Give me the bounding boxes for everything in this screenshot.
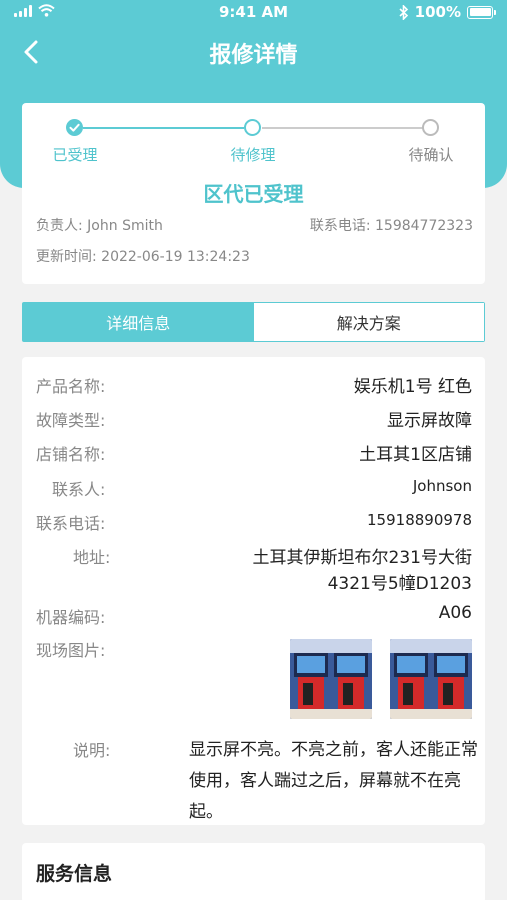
machine-code-value: A06 — [438, 603, 472, 623]
status-title: 区代已受理 — [203, 182, 304, 206]
phone-value[interactable]: 15984772323 — [375, 218, 473, 234]
status-bar: 9:41 AM 100% — [0, 0, 507, 26]
contact-label: 联系人: — [52, 480, 106, 499]
product-label: 产品名称: — [36, 377, 106, 396]
photos-label: 现场图片: — [36, 641, 106, 660]
address-label: 地址: — [73, 548, 111, 567]
step-done-icon — [66, 119, 83, 136]
site-photo-2[interactable] — [390, 639, 472, 719]
nav-bar: 报修详情 — [0, 30, 507, 74]
service-title: 服务信息 — [36, 863, 113, 885]
check-icon — [69, 123, 80, 132]
service-card: 服务信息 — [22, 843, 485, 900]
address-line2: 4321号5幢D1203 — [327, 574, 472, 594]
machine-code-label: 机器编码: — [36, 608, 106, 627]
store-value: 土耳其1区店铺 — [359, 445, 472, 465]
fault-label: 故障类型: — [36, 411, 106, 430]
store-label: 店铺名称: — [36, 445, 106, 464]
step-label-accepted: 已受理 — [52, 146, 98, 164]
arcade-machine-image — [290, 639, 372, 719]
status-card: 已受理 待修理 待确认 区代已受理 负责人: John Smith 联系电话: … — [22, 103, 485, 284]
bluetooth-icon — [399, 4, 408, 20]
contact-phone-label: 联系电话: — [36, 514, 106, 533]
site-photo-1[interactable] — [290, 639, 372, 719]
manager-row: 负责人: John Smith — [36, 215, 163, 235]
tab-solution[interactable]: 解决方案 — [253, 303, 484, 341]
phone-label: 联系电话: — [309, 218, 371, 234]
progress-steps: 已受理 待修理 待确认 — [22, 103, 485, 173]
note-text: 显示屏不亮。不亮之前，客人还能正常使用，客人踹过之后，屏幕就不在亮起。 — [189, 740, 478, 822]
step-label-repair: 待修理 — [230, 146, 276, 164]
fault-value: 显示屏故障 — [387, 411, 472, 431]
step-connector-done — [83, 127, 244, 129]
manager-label: 负责人: — [36, 218, 83, 234]
battery-percent: 100% — [414, 3, 461, 21]
contact-value: Johnson — [412, 477, 472, 495]
address-line1: 土耳其伊斯坦布尔231号大街 — [252, 548, 472, 568]
note-label: 说明: — [73, 741, 111, 760]
step-active-icon — [244, 119, 261, 136]
page-title: 报修详情 — [209, 43, 298, 68]
battery-icon — [467, 5, 496, 19]
contact-phone-value[interactable]: 15918890978 — [367, 511, 472, 529]
detail-tabs: 详细信息 解决方案 — [22, 302, 485, 342]
phone-row: 联系电话: 15984772323 — [310, 215, 473, 235]
arcade-machine-image — [390, 639, 472, 719]
updated-value: 2022-06-19 13:24:23 — [101, 249, 250, 265]
tab-details[interactable]: 详细信息 — [23, 303, 254, 341]
detail-card: 产品名称: 娱乐机1号 红色 故障类型: 显示屏故障 店铺名称: 土耳其1区店铺… — [22, 357, 485, 825]
updated-row: 更新时间: 2022-06-19 13:24:23 — [36, 246, 250, 266]
step-label-confirm: 待确认 — [408, 146, 454, 164]
product-value: 娱乐机1号 红色 — [353, 377, 472, 397]
status-right: 100% — [399, 3, 496, 21]
step-connector-todo — [262, 127, 423, 129]
updated-label: 更新时间: — [36, 249, 97, 265]
manager-value: John Smith — [87, 218, 163, 234]
step-todo-icon — [422, 119, 439, 136]
